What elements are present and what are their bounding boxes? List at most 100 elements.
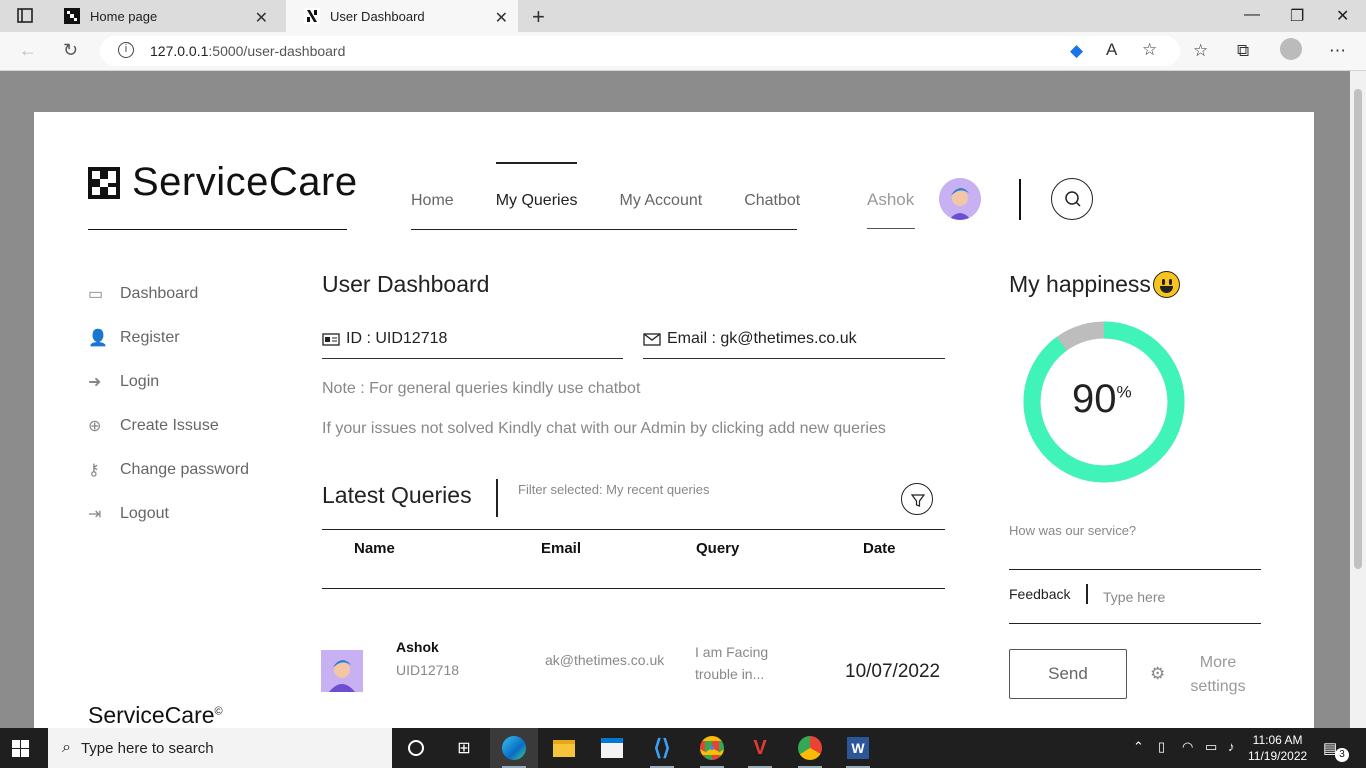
url-field[interactable]: i 127.0.0.1:5000/user-dashboard ◆ A ☆ bbox=[100, 36, 1180, 66]
send-button[interactable]: Send bbox=[1009, 649, 1127, 699]
vlc-player-icon[interactable]: V bbox=[736, 728, 784, 768]
sidebar-item-change-password[interactable]: ⚷ Change password bbox=[88, 448, 249, 492]
word-icon[interactable]: W bbox=[834, 728, 882, 768]
info-icon[interactable]: i bbox=[118, 42, 134, 58]
device-icon[interactable]: ▯ bbox=[1158, 739, 1165, 755]
refresh-icon[interactable]: ↻ bbox=[63, 40, 78, 61]
brand-logo[interactable]: ServiceCare bbox=[88, 160, 358, 205]
nav-home[interactable]: Home bbox=[411, 192, 454, 210]
feedback-underline bbox=[1009, 623, 1261, 624]
gear-icon[interactable]: ⚙ bbox=[1150, 664, 1165, 684]
nav-underline bbox=[411, 229, 797, 230]
user-id-field: ID : UID12718 bbox=[322, 330, 623, 359]
back-icon[interactable]: ← bbox=[19, 40, 37, 61]
task-view-icon[interactable]: ⊞ bbox=[440, 728, 488, 768]
taskbar-search[interactable]: ⌕ Type here to search bbox=[48, 728, 392, 768]
more-menu-icon[interactable]: ⋯ bbox=[1329, 41, 1346, 61]
restore-icon[interactable]: ❐ bbox=[1290, 6, 1304, 26]
id-card-icon bbox=[322, 333, 340, 346]
user-underline bbox=[867, 228, 915, 229]
tab-actions-icon[interactable] bbox=[10, 7, 38, 25]
cortana-icon[interactable] bbox=[392, 728, 440, 768]
sidebar-item-create-issue[interactable]: ⊕ Create Issuse bbox=[88, 404, 249, 448]
sidebar-item-logout[interactable]: ⇥ Logout bbox=[88, 492, 249, 536]
latest-queries-title: Latest Queries bbox=[322, 482, 472, 508]
page-viewport: ServiceCare Home My Queries My Account C… bbox=[0, 71, 1366, 728]
close-tab-icon[interactable]: ✕ bbox=[255, 8, 268, 28]
note-text: Note : For general queries kindly use ch… bbox=[322, 380, 641, 397]
page-scrollbar[interactable] bbox=[1350, 71, 1366, 728]
row-user-name: Ashok bbox=[396, 639, 439, 655]
more-settings-link[interactable]: More settings bbox=[1184, 651, 1252, 699]
sidebar-item-label: Dashboard bbox=[120, 285, 199, 302]
scrollbar-thumb[interactable] bbox=[1354, 89, 1362, 569]
row-query: I am Facing trouble in... bbox=[695, 644, 769, 682]
row-date: 10/07/2022 bbox=[845, 661, 941, 682]
collections-icon[interactable]: ⧉ bbox=[1237, 41, 1249, 61]
row-user-id: UID12718 bbox=[396, 662, 460, 678]
user-name[interactable]: Ashok bbox=[867, 190, 914, 210]
sidebar-item-login[interactable]: ➜ Login bbox=[88, 360, 249, 404]
add-favorite-icon[interactable]: ☆ bbox=[1142, 40, 1157, 60]
vscode-icon[interactable]: ⟨⟩ bbox=[638, 728, 686, 768]
add-user-icon: 👤 bbox=[88, 330, 108, 347]
avatar-icon bbox=[939, 178, 981, 220]
profile-icon[interactable] bbox=[1280, 38, 1302, 60]
taskbar-clock[interactable]: 11:06 AM 11/19/2022 bbox=[1248, 732, 1307, 764]
taskbar-search-placeholder: Type here to search bbox=[80, 739, 214, 757]
nav-chatbot[interactable]: Chatbot bbox=[744, 192, 800, 210]
chrome-profile-icon[interactable] bbox=[786, 728, 834, 768]
top-nav: Home My Queries My Account Chatbot bbox=[411, 162, 842, 210]
tab-title: User Dashboard bbox=[330, 8, 425, 24]
page-title: User Dashboard bbox=[322, 271, 490, 297]
address-bar: ← ↻ i 127.0.0.1:5000/user-dashboard ◆ A … bbox=[0, 32, 1366, 71]
feedback-input[interactable] bbox=[1097, 587, 1261, 607]
clock-time: 11:06 AM bbox=[1252, 733, 1303, 747]
site-favicon-icon bbox=[304, 8, 320, 24]
edge-browser-icon[interactable] bbox=[490, 728, 538, 768]
shopping-tag-icon[interactable]: ◆ bbox=[1070, 41, 1083, 61]
user-email-text: Email : gk@thetimes.co.uk bbox=[667, 330, 857, 347]
new-tab-icon[interactable]: + bbox=[532, 4, 545, 30]
windows-start-icon[interactable] bbox=[12, 740, 29, 757]
user-id-text: ID : UID12718 bbox=[346, 330, 448, 347]
nav-my-account[interactable]: My Account bbox=[619, 192, 702, 210]
login-icon: ➜ bbox=[88, 374, 102, 391]
volume-icon[interactable]: ♪ bbox=[1228, 739, 1235, 754]
microsoft-store-icon[interactable] bbox=[588, 728, 636, 768]
envelope-icon bbox=[643, 333, 661, 346]
show-hidden-icons-icon[interactable]: ⌃ bbox=[1133, 739, 1144, 755]
search-icon: ⌕ bbox=[62, 739, 71, 756]
nav-my-queries[interactable]: My Queries bbox=[495, 162, 577, 210]
window-close-icon[interactable]: ✕ bbox=[1336, 6, 1349, 26]
sidebar-item-dashboard[interactable]: ▭ Dashboard bbox=[88, 272, 249, 316]
sidebar-item-register[interactable]: 👤 Register bbox=[88, 316, 249, 360]
notification-count-badge: 3 bbox=[1335, 748, 1349, 762]
search-button[interactable] bbox=[1051, 178, 1093, 220]
tab-title: Home page bbox=[90, 8, 158, 24]
sidebar-item-label: Logout bbox=[120, 505, 169, 522]
wifi-icon[interactable]: ◠ bbox=[1182, 739, 1193, 755]
chrome-icon[interactable] bbox=[688, 728, 736, 768]
tab-home-page[interactable]: Home page ✕ bbox=[46, 0, 278, 32]
avatar bbox=[321, 650, 363, 692]
grinning-emoji-icon bbox=[1152, 271, 1180, 298]
filter-button[interactable] bbox=[901, 483, 933, 515]
sidebar-item-label: Login bbox=[120, 373, 160, 390]
table-header-border bbox=[322, 588, 945, 589]
file-explorer-icon[interactable] bbox=[540, 728, 588, 768]
tab-user-dashboard[interactable]: User Dashboard ✕ bbox=[286, 0, 518, 32]
favorites-icon[interactable]: ☆ bbox=[1193, 41, 1208, 61]
happiness-value: 90% bbox=[1072, 377, 1132, 421]
column-header-query: Query bbox=[696, 540, 740, 557]
footer-brand: ServiceCare© bbox=[88, 702, 223, 728]
read-aloud-icon[interactable]: A bbox=[1106, 40, 1117, 60]
close-tab-icon[interactable]: ✕ bbox=[495, 8, 508, 28]
feedback-label: Feedback bbox=[1009, 586, 1071, 602]
minimize-icon[interactable]: — bbox=[1244, 6, 1260, 24]
filter-status: Filter selected: My recent queries bbox=[518, 482, 710, 497]
battery-icon[interactable]: ▭ bbox=[1205, 739, 1217, 755]
taskbar: ⌕ Type here to search ⊞ ⟨⟩ V W ⌃ ▯ ◠ ▭ ♪… bbox=[0, 728, 1366, 768]
avatar[interactable] bbox=[939, 178, 981, 220]
url-text: 127.0.0.1:5000/user-dashboard bbox=[150, 43, 346, 59]
